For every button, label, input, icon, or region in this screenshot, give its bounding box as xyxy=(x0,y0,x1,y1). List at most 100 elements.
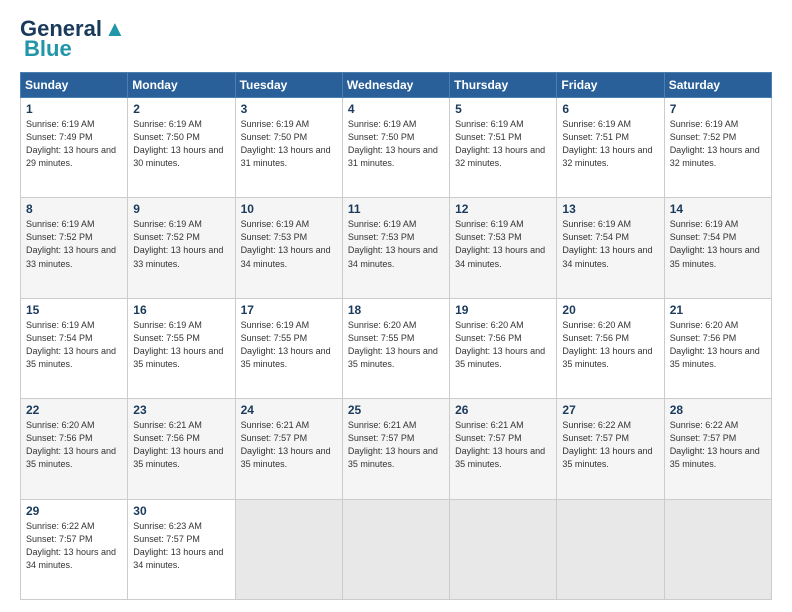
day-info: Sunrise: 6:19 AM Sunset: 7:53 PM Dayligh… xyxy=(455,218,551,270)
day-info: Sunrise: 6:22 AM Sunset: 7:57 PM Dayligh… xyxy=(26,520,122,572)
col-header-monday: Monday xyxy=(128,73,235,98)
col-header-wednesday: Wednesday xyxy=(342,73,449,98)
page: General▲ Blue SundayMondayTuesdayWednesd… xyxy=(0,0,792,612)
day-cell: 1 Sunrise: 6:19 AM Sunset: 7:49 PM Dayli… xyxy=(21,98,128,198)
day-info: Sunrise: 6:20 AM Sunset: 7:56 PM Dayligh… xyxy=(670,319,766,371)
day-info: Sunrise: 6:19 AM Sunset: 7:50 PM Dayligh… xyxy=(241,118,337,170)
day-number: 21 xyxy=(670,303,766,317)
day-info: Sunrise: 6:19 AM Sunset: 7:54 PM Dayligh… xyxy=(562,218,658,270)
day-info: Sunrise: 6:19 AM Sunset: 7:55 PM Dayligh… xyxy=(241,319,337,371)
day-number: 14 xyxy=(670,202,766,216)
day-cell: 3 Sunrise: 6:19 AM Sunset: 7:50 PM Dayli… xyxy=(235,98,342,198)
day-number: 28 xyxy=(670,403,766,417)
day-cell: 13 Sunrise: 6:19 AM Sunset: 7:54 PM Dayl… xyxy=(557,198,664,298)
day-number: 6 xyxy=(562,102,658,116)
day-info: Sunrise: 6:20 AM Sunset: 7:56 PM Dayligh… xyxy=(26,419,122,471)
day-number: 25 xyxy=(348,403,444,417)
day-number: 26 xyxy=(455,403,551,417)
day-info: Sunrise: 6:23 AM Sunset: 7:57 PM Dayligh… xyxy=(133,520,229,572)
day-cell: 26 Sunrise: 6:21 AM Sunset: 7:57 PM Dayl… xyxy=(450,399,557,499)
day-number: 15 xyxy=(26,303,122,317)
day-cell: 8 Sunrise: 6:19 AM Sunset: 7:52 PM Dayli… xyxy=(21,198,128,298)
day-number: 3 xyxy=(241,102,337,116)
day-info: Sunrise: 6:21 AM Sunset: 7:57 PM Dayligh… xyxy=(455,419,551,471)
day-cell: 23 Sunrise: 6:21 AM Sunset: 7:56 PM Dayl… xyxy=(128,399,235,499)
day-cell: 29 Sunrise: 6:22 AM Sunset: 7:57 PM Dayl… xyxy=(21,499,128,599)
day-cell: 22 Sunrise: 6:20 AM Sunset: 7:56 PM Dayl… xyxy=(21,399,128,499)
day-cell: 14 Sunrise: 6:19 AM Sunset: 7:54 PM Dayl… xyxy=(664,198,771,298)
day-number: 10 xyxy=(241,202,337,216)
day-cell: 12 Sunrise: 6:19 AM Sunset: 7:53 PM Dayl… xyxy=(450,198,557,298)
calendar-header-row: SundayMondayTuesdayWednesdayThursdayFrid… xyxy=(21,73,772,98)
week-row-2: 8 Sunrise: 6:19 AM Sunset: 7:52 PM Dayli… xyxy=(21,198,772,298)
day-info: Sunrise: 6:20 AM Sunset: 7:55 PM Dayligh… xyxy=(348,319,444,371)
day-info: Sunrise: 6:19 AM Sunset: 7:54 PM Dayligh… xyxy=(26,319,122,371)
day-info: Sunrise: 6:19 AM Sunset: 7:53 PM Dayligh… xyxy=(241,218,337,270)
day-cell: 2 Sunrise: 6:19 AM Sunset: 7:50 PM Dayli… xyxy=(128,98,235,198)
day-info: Sunrise: 6:19 AM Sunset: 7:51 PM Dayligh… xyxy=(562,118,658,170)
day-info: Sunrise: 6:19 AM Sunset: 7:52 PM Dayligh… xyxy=(26,218,122,270)
day-number: 5 xyxy=(455,102,551,116)
day-cell xyxy=(557,499,664,599)
day-number: 29 xyxy=(26,504,122,518)
day-cell: 10 Sunrise: 6:19 AM Sunset: 7:53 PM Dayl… xyxy=(235,198,342,298)
day-number: 8 xyxy=(26,202,122,216)
day-number: 1 xyxy=(26,102,122,116)
day-cell: 4 Sunrise: 6:19 AM Sunset: 7:50 PM Dayli… xyxy=(342,98,449,198)
day-cell: 11 Sunrise: 6:19 AM Sunset: 7:53 PM Dayl… xyxy=(342,198,449,298)
day-number: 20 xyxy=(562,303,658,317)
day-cell: 27 Sunrise: 6:22 AM Sunset: 7:57 PM Dayl… xyxy=(557,399,664,499)
week-row-5: 29 Sunrise: 6:22 AM Sunset: 7:57 PM Dayl… xyxy=(21,499,772,599)
day-info: Sunrise: 6:19 AM Sunset: 7:50 PM Dayligh… xyxy=(133,118,229,170)
day-cell: 6 Sunrise: 6:19 AM Sunset: 7:51 PM Dayli… xyxy=(557,98,664,198)
day-info: Sunrise: 6:19 AM Sunset: 7:54 PM Dayligh… xyxy=(670,218,766,270)
day-number: 12 xyxy=(455,202,551,216)
day-cell: 25 Sunrise: 6:21 AM Sunset: 7:57 PM Dayl… xyxy=(342,399,449,499)
day-info: Sunrise: 6:21 AM Sunset: 7:56 PM Dayligh… xyxy=(133,419,229,471)
day-number: 16 xyxy=(133,303,229,317)
day-cell: 5 Sunrise: 6:19 AM Sunset: 7:51 PM Dayli… xyxy=(450,98,557,198)
day-cell xyxy=(235,499,342,599)
day-cell: 7 Sunrise: 6:19 AM Sunset: 7:52 PM Dayli… xyxy=(664,98,771,198)
day-number: 2 xyxy=(133,102,229,116)
col-header-friday: Friday xyxy=(557,73,664,98)
day-number: 9 xyxy=(133,202,229,216)
day-cell: 21 Sunrise: 6:20 AM Sunset: 7:56 PM Dayl… xyxy=(664,298,771,398)
day-info: Sunrise: 6:20 AM Sunset: 7:56 PM Dayligh… xyxy=(562,319,658,371)
day-cell xyxy=(450,499,557,599)
day-number: 23 xyxy=(133,403,229,417)
day-cell: 17 Sunrise: 6:19 AM Sunset: 7:55 PM Dayl… xyxy=(235,298,342,398)
day-info: Sunrise: 6:21 AM Sunset: 7:57 PM Dayligh… xyxy=(348,419,444,471)
day-number: 22 xyxy=(26,403,122,417)
day-number: 18 xyxy=(348,303,444,317)
day-info: Sunrise: 6:19 AM Sunset: 7:52 PM Dayligh… xyxy=(133,218,229,270)
week-row-3: 15 Sunrise: 6:19 AM Sunset: 7:54 PM Dayl… xyxy=(21,298,772,398)
calendar-table: SundayMondayTuesdayWednesdayThursdayFrid… xyxy=(20,72,772,600)
col-header-saturday: Saturday xyxy=(664,73,771,98)
day-cell: 18 Sunrise: 6:20 AM Sunset: 7:55 PM Dayl… xyxy=(342,298,449,398)
day-info: Sunrise: 6:19 AM Sunset: 7:55 PM Dayligh… xyxy=(133,319,229,371)
day-number: 7 xyxy=(670,102,766,116)
day-number: 13 xyxy=(562,202,658,216)
day-info: Sunrise: 6:20 AM Sunset: 7:56 PM Dayligh… xyxy=(455,319,551,371)
day-cell: 24 Sunrise: 6:21 AM Sunset: 7:57 PM Dayl… xyxy=(235,399,342,499)
day-cell: 15 Sunrise: 6:19 AM Sunset: 7:54 PM Dayl… xyxy=(21,298,128,398)
col-header-sunday: Sunday xyxy=(21,73,128,98)
day-number: 19 xyxy=(455,303,551,317)
day-info: Sunrise: 6:21 AM Sunset: 7:57 PM Dayligh… xyxy=(241,419,337,471)
day-number: 11 xyxy=(348,202,444,216)
day-info: Sunrise: 6:22 AM Sunset: 7:57 PM Dayligh… xyxy=(562,419,658,471)
day-number: 24 xyxy=(241,403,337,417)
day-cell: 20 Sunrise: 6:20 AM Sunset: 7:56 PM Dayl… xyxy=(557,298,664,398)
day-number: 17 xyxy=(241,303,337,317)
col-header-tuesday: Tuesday xyxy=(235,73,342,98)
header: General▲ Blue xyxy=(20,18,772,62)
day-info: Sunrise: 6:19 AM Sunset: 7:51 PM Dayligh… xyxy=(455,118,551,170)
day-cell: 19 Sunrise: 6:20 AM Sunset: 7:56 PM Dayl… xyxy=(450,298,557,398)
day-info: Sunrise: 6:19 AM Sunset: 7:50 PM Dayligh… xyxy=(348,118,444,170)
day-number: 30 xyxy=(133,504,229,518)
day-info: Sunrise: 6:19 AM Sunset: 7:52 PM Dayligh… xyxy=(670,118,766,170)
col-header-thursday: Thursday xyxy=(450,73,557,98)
logo: General▲ Blue xyxy=(20,18,126,62)
day-cell: 30 Sunrise: 6:23 AM Sunset: 7:57 PM Dayl… xyxy=(128,499,235,599)
